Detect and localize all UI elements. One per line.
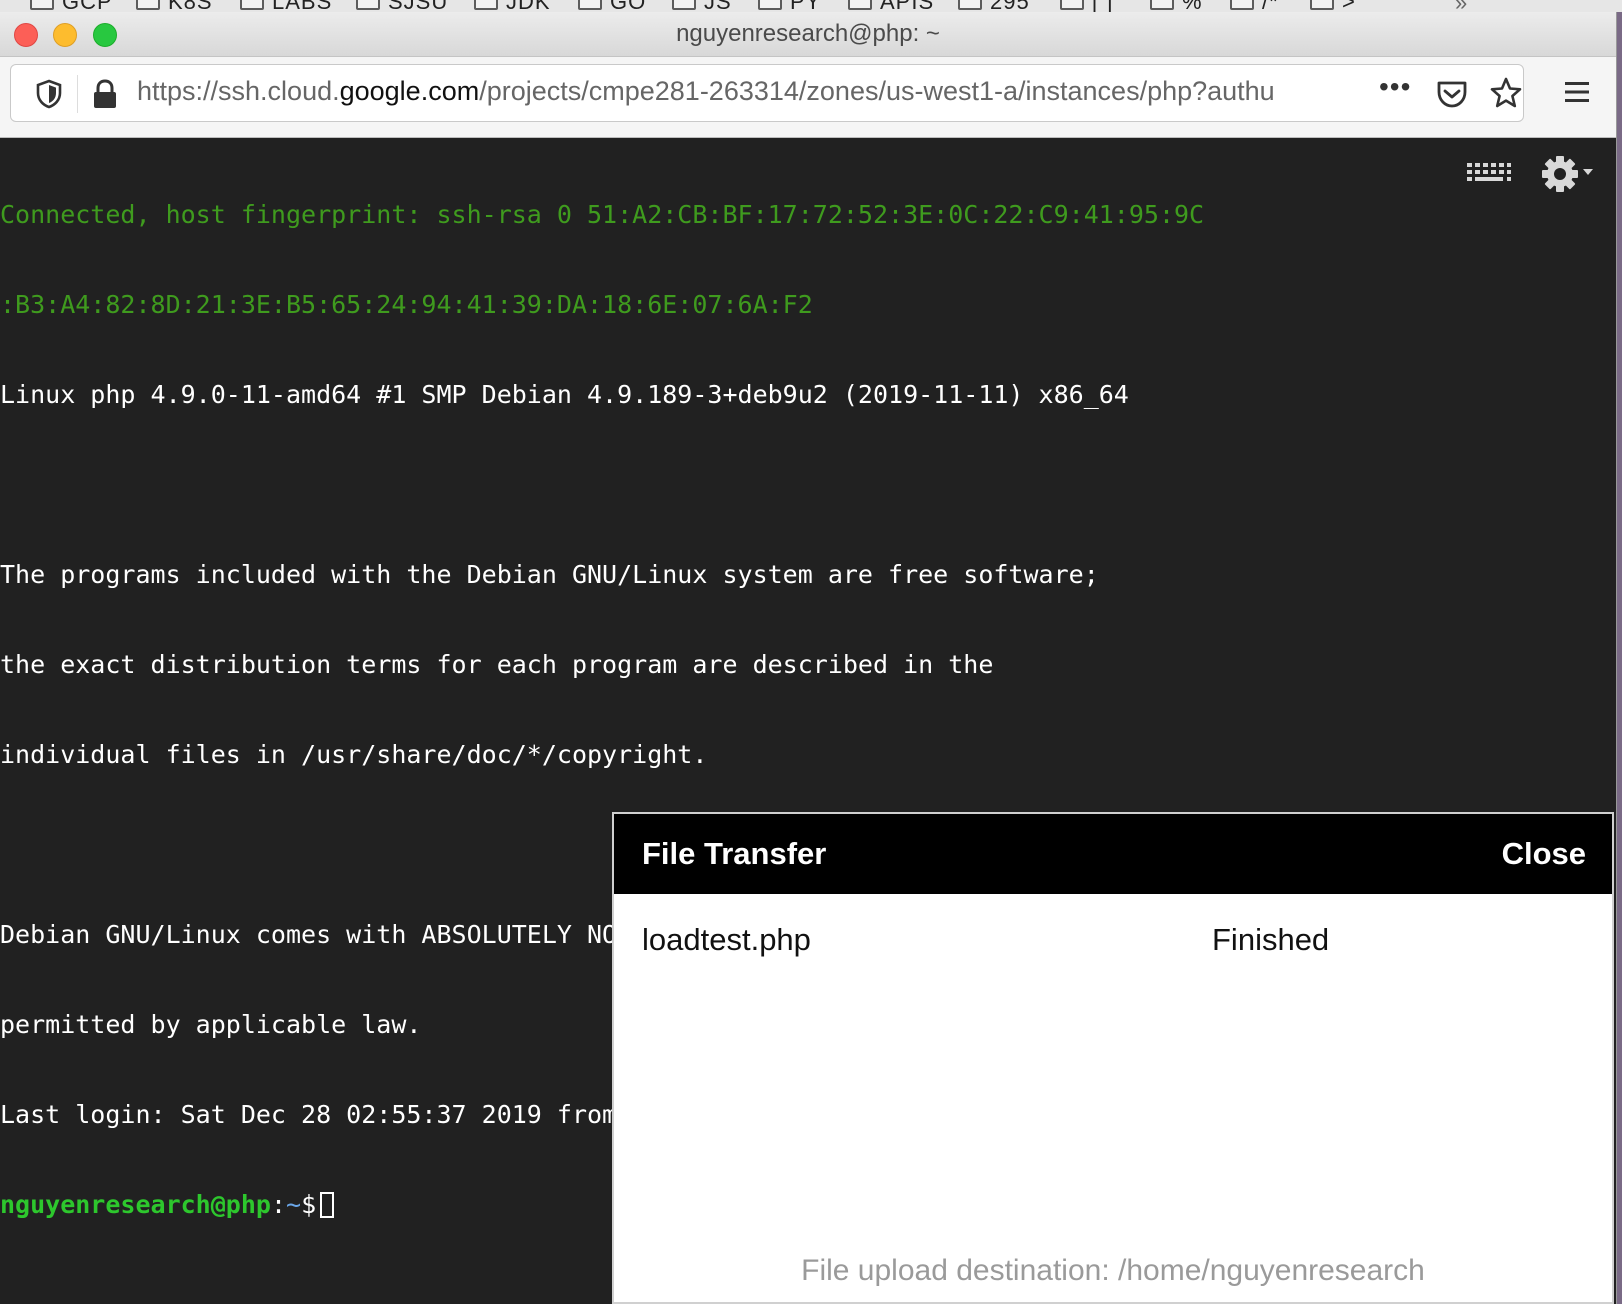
folder-icon bbox=[958, 0, 982, 10]
lock-icon[interactable] bbox=[91, 78, 119, 110]
terminal-line: individual files in /usr/share/doc/*/cop… bbox=[0, 740, 708, 769]
folder-icon bbox=[136, 0, 160, 10]
url-divider bbox=[77, 75, 78, 113]
prompt-separator: : bbox=[270, 1190, 286, 1219]
terminal-line: Linux php 4.9.0-11-amd64 #1 SMP Debian 4… bbox=[0, 380, 1129, 409]
bookmark-folder[interactable]: APIS bbox=[848, 0, 934, 12]
bookmark-label: % bbox=[1182, 0, 1203, 12]
prompt-user-host: nguyenresearch@php bbox=[0, 1190, 271, 1219]
terminal-line: the exact distribution terms for each pr… bbox=[0, 650, 994, 679]
bookmark-folder[interactable]: JS bbox=[672, 0, 732, 12]
folder-icon bbox=[758, 0, 782, 10]
chevron-down-icon[interactable] bbox=[1582, 168, 1594, 176]
bookmark-folder[interactable]: PY bbox=[758, 0, 821, 12]
bookmark-folder[interactable]: 295 bbox=[958, 0, 1030, 12]
folder-icon bbox=[1150, 0, 1174, 10]
url-domain: google.com bbox=[339, 76, 480, 106]
upload-destination: File upload destination: /home/nguyenres… bbox=[801, 1254, 1425, 1287]
title-bar: nguyenresearch@php: ~ bbox=[0, 12, 1616, 57]
url-prefix: https://ssh.cloud. bbox=[137, 76, 340, 106]
bookmarks-bar: GCP K8S LABS SJSU JDK GO JS PY APIS 295 … bbox=[0, 0, 1622, 12]
dialog-header: File Transfer Close bbox=[614, 814, 1612, 894]
transfer-status: Finished bbox=[1212, 922, 1330, 957]
bookmark-folder[interactable]: SJSU bbox=[356, 0, 448, 12]
terminal-line: The programs included with the Debian GN… bbox=[0, 560, 1099, 589]
bookmark-folder[interactable]: GO bbox=[578, 0, 646, 12]
dialog-title: File Transfer bbox=[642, 836, 827, 871]
bookmark-folder[interactable]: /* bbox=[1230, 0, 1279, 12]
file-transfer-dialog: File Transfer Close loadtest.php Finishe… bbox=[612, 812, 1614, 1304]
bookmark-folder[interactable]: JDK bbox=[474, 0, 551, 12]
folder-icon bbox=[356, 0, 380, 10]
browser-window: nguyenresearch@php: ~ https://ssh.cloud.… bbox=[0, 12, 1617, 1304]
bookmark-folder[interactable]: K8S bbox=[136, 0, 213, 12]
pocket-icon[interactable] bbox=[1435, 77, 1469, 111]
bookmark-label: 295 bbox=[990, 0, 1030, 12]
url-text[interactable]: https://ssh.cloud.google.com/projects/cm… bbox=[137, 76, 1367, 107]
bookmarks-overflow-button[interactable]: » bbox=[1455, 0, 1467, 12]
folder-icon bbox=[1060, 0, 1084, 10]
folder-icon bbox=[240, 0, 264, 10]
hamburger-menu-icon[interactable] bbox=[1564, 79, 1590, 105]
bookmark-folder[interactable]: GCP bbox=[30, 0, 113, 12]
folder-icon bbox=[848, 0, 872, 10]
bookmark-label: LABS bbox=[272, 0, 332, 12]
folder-icon bbox=[1310, 0, 1334, 10]
bookmark-folder[interactable]: [ ] bbox=[1060, 0, 1113, 12]
folder-icon bbox=[578, 0, 602, 10]
keyboard-icon[interactable] bbox=[1466, 160, 1512, 186]
address-bar[interactable]: https://ssh.cloud.google.com/projects/cm… bbox=[10, 64, 1524, 122]
transfer-file-name: loadtest.php bbox=[642, 922, 811, 957]
bookmark-label: JS bbox=[704, 0, 732, 12]
gear-icon[interactable] bbox=[1540, 154, 1580, 194]
bookmark-star-icon[interactable] bbox=[1489, 76, 1523, 110]
bookmark-label: APIS bbox=[880, 0, 934, 12]
bookmark-label: GCP bbox=[62, 0, 113, 12]
bookmark-label: JDK bbox=[506, 0, 551, 12]
page-actions-button[interactable]: ••• bbox=[1379, 71, 1411, 103]
window-title: nguyenresearch@php: ~ bbox=[676, 20, 940, 47]
bookmark-label: [ ] bbox=[1092, 0, 1113, 12]
bookmark-folder[interactable]: % bbox=[1150, 0, 1203, 12]
prompt-symbol: $ bbox=[301, 1190, 317, 1219]
folder-icon bbox=[474, 0, 498, 10]
url-path: /projects/cmpe281-263314/zones/us-west1-… bbox=[479, 76, 1275, 106]
bookmark-label: SJSU bbox=[388, 0, 448, 12]
tracking-protection-shield-icon[interactable] bbox=[35, 79, 63, 109]
folder-icon bbox=[1230, 0, 1254, 10]
folder-icon bbox=[672, 0, 696, 10]
bookmark-label: > bbox=[1342, 0, 1356, 12]
terminal-line: Connected, host fingerprint: ssh-rsa 0 5… bbox=[0, 200, 1205, 229]
terminal-line: :B3:A4:82:8D:21:3E:B5:65:24:94:41:39:DA:… bbox=[0, 290, 813, 319]
bookmark-folder[interactable]: > bbox=[1310, 0, 1356, 12]
navigation-bar: https://ssh.cloud.google.com/projects/cm… bbox=[0, 57, 1616, 138]
transfer-row: loadtest.php Finished bbox=[642, 922, 1582, 962]
bookmark-label: /* bbox=[1262, 0, 1279, 12]
terminal-cursor bbox=[320, 1192, 335, 1218]
bookmark-folder[interactable]: LABS bbox=[240, 0, 332, 12]
bookmark-label: K8S bbox=[168, 0, 213, 12]
close-button[interactable]: Close bbox=[1502, 836, 1586, 872]
folder-icon bbox=[30, 0, 54, 10]
prompt-path: ~ bbox=[286, 1190, 302, 1219]
bookmark-label: GO bbox=[610, 0, 646, 12]
bookmark-label: PY bbox=[790, 0, 821, 12]
